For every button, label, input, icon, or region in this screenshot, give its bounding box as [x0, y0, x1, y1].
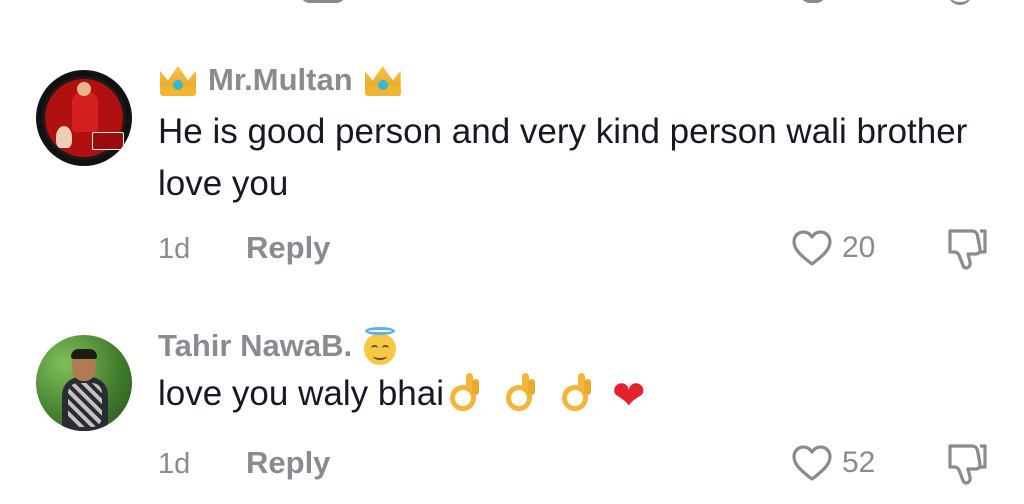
reply-button[interactable]: Reply [246, 444, 330, 482]
smiling-face-with-halo-icon [362, 327, 398, 365]
heart-outline-icon[interactable] [790, 443, 834, 483]
ok-hand-icon [444, 371, 482, 411]
reply-button[interactable]: Reply [246, 229, 330, 267]
comment-item: Tahir NawaB. love you waly bhai ❤ 1d Repl… [0, 318, 1024, 498]
crown-icon [363, 62, 403, 98]
red-heart-icon: ❤ [612, 374, 646, 418]
avatar[interactable] [36, 335, 132, 431]
heart-outline-icon[interactable] [790, 228, 834, 268]
ok-hand-icon [500, 371, 538, 411]
username[interactable]: Mr.Multan [208, 58, 353, 102]
username[interactable]: Tahir NawaB. [158, 324, 352, 368]
ok-hand-icon [556, 371, 594, 411]
avatar[interactable] [36, 70, 132, 166]
comment-actions: 1d Reply 52 [158, 438, 998, 488]
comment-text: He is good person and very kind person w… [158, 112, 968, 203]
like-count: 52 [842, 446, 876, 479]
comment-text-content: love you waly bhai [158, 374, 444, 413]
like-button[interactable]: 52 [790, 438, 882, 488]
comment-timestamp: 1d [158, 448, 191, 480]
comment-item: Mr.Multan He is good person and very kin… [0, 55, 1024, 300]
thumbs-down-icon[interactable] [942, 440, 990, 486]
comment-timestamp: 1d [158, 233, 191, 265]
username-row: Tahir NawaB. [158, 324, 398, 368]
username-row: Mr.Multan [158, 58, 403, 102]
crown-icon [158, 62, 198, 98]
comment-text: love you waly bhai ❤ [158, 368, 998, 420]
like-count: 20 [842, 231, 876, 264]
previous-comment-actions-partial [0, 0, 1024, 5]
thumbs-down-icon[interactable] [942, 225, 990, 271]
comment-actions: 1d Reply 20 [158, 223, 998, 273]
like-button[interactable]: 20 [790, 223, 882, 273]
